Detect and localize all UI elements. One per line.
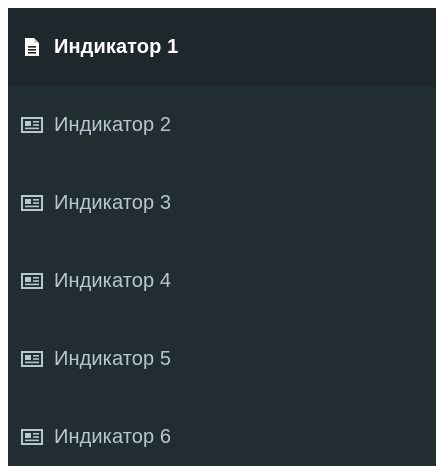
menu-item-label: Индикатор 1 bbox=[54, 35, 179, 58]
menu-item-indicator-1[interactable]: Индикатор 1 bbox=[8, 8, 436, 86]
newspaper-icon bbox=[20, 115, 44, 135]
menu-item-label: Индикатор 5 bbox=[54, 347, 172, 370]
menu-item-indicator-6[interactable]: Индикатор 6 bbox=[8, 398, 436, 466]
newspaper-icon bbox=[20, 349, 44, 369]
file-text-icon bbox=[20, 37, 44, 57]
menu-item-indicator-2[interactable]: Индикатор 2 bbox=[8, 86, 436, 164]
menu-item-label: Индикатор 6 bbox=[54, 425, 172, 448]
menu-item-label: Индикатор 2 bbox=[54, 113, 172, 136]
newspaper-icon bbox=[20, 193, 44, 213]
menu-item-label: Индикатор 4 bbox=[54, 269, 172, 292]
menu-item-indicator-5[interactable]: Индикатор 5 bbox=[8, 320, 436, 398]
newspaper-icon bbox=[20, 427, 44, 447]
menu-item-label: Индикатор 3 bbox=[54, 191, 172, 214]
sidebar-menu: Индикатор 1 Индикатор 2 Индикатор 3 Инди… bbox=[8, 8, 436, 466]
menu-item-indicator-4[interactable]: Индикатор 4 bbox=[8, 242, 436, 320]
newspaper-icon bbox=[20, 271, 44, 291]
menu-item-indicator-3[interactable]: Индикатор 3 bbox=[8, 164, 436, 242]
